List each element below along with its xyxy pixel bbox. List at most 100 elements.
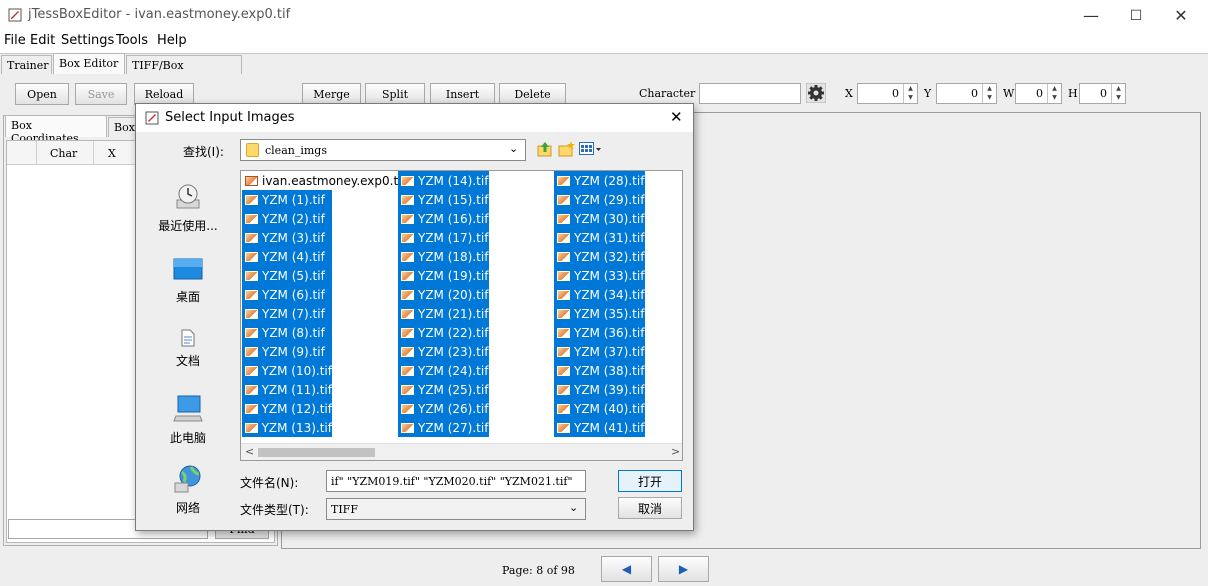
spinner-arrows-icon[interactable]: ▲ ▼	[982, 84, 996, 103]
reload-button[interactable]: Reload	[134, 83, 194, 105]
tif-file-icon	[401, 194, 414, 205]
cancel-button[interactable]: 取消	[618, 497, 682, 519]
insert-button[interactable]: Insert	[430, 83, 495, 105]
column-x[interactable]: X	[108, 147, 116, 160]
tab-tiff-box-generator[interactable]: TIFF/Box Generator	[126, 55, 242, 85]
delete-button[interactable]: Delete	[499, 83, 566, 105]
spinner-arrows-icon[interactable]: ▲ ▼	[1111, 84, 1125, 103]
gear-icon[interactable]	[806, 83, 826, 103]
list-item[interactable]: YZM (4).tif	[242, 247, 332, 266]
list-item[interactable]: YZM (27).tif	[398, 418, 489, 437]
place-desktop[interactable]: 桌面	[148, 257, 228, 305]
list-item[interactable]: YZM (10).tif	[242, 361, 332, 380]
character-input[interactable]	[699, 83, 801, 104]
view-menu-icon[interactable]	[579, 142, 603, 156]
list-item[interactable]: YZM (28).tif	[554, 171, 645, 190]
tab-box-coordinates[interactable]: Box Coordinates	[5, 115, 107, 145]
filetype-select[interactable]: TIFF ⌄	[326, 498, 586, 520]
new-folder-icon[interactable]	[558, 141, 575, 157]
scrollbar-thumb[interactable]	[258, 448, 375, 457]
list-item[interactable]: YZM (31).tif	[554, 228, 645, 247]
list-item[interactable]: YZM (40).tif	[554, 399, 645, 418]
list-item[interactable]: YZM (16).tif	[398, 209, 489, 228]
column-char[interactable]: Char	[50, 147, 77, 160]
list-item[interactable]: YZM (24).tif	[398, 361, 489, 380]
place-computer[interactable]: 此电脑	[148, 394, 228, 446]
place-desktop-label: 桌面	[175, 290, 200, 304]
list-item[interactable]: YZM (30).tif	[554, 209, 645, 228]
place-recent[interactable]: 最近使用...	[148, 182, 228, 234]
close-button[interactable]: ✕	[1158, 0, 1204, 31]
spinner-arrows-icon[interactable]: ▲ ▼	[903, 84, 917, 103]
list-item[interactable]: YZM (39).tif	[554, 380, 645, 399]
x-spinner[interactable]: 0 ▲ ▼	[857, 83, 918, 104]
dialog-close-button[interactable]: ✕	[670, 108, 683, 126]
list-item[interactable]: YZM (29).tif	[554, 190, 645, 209]
tab-box[interactable]: Box	[108, 117, 138, 137]
tab-box-editor[interactable]: Box Editor	[53, 53, 125, 75]
list-item[interactable]: YZM (25).tif	[398, 380, 489, 399]
menu-help[interactable]: Help	[157, 33, 187, 48]
list-item[interactable]: YZM (14).tif	[398, 171, 489, 190]
menu-edit[interactable]: Edit	[30, 33, 55, 48]
list-item[interactable]: ivan.eastmoney.exp0.tif	[242, 171, 406, 190]
open-button[interactable]: Open	[15, 83, 69, 105]
list-item[interactable]: YZM (17).tif	[398, 228, 489, 247]
list-item[interactable]: YZM (11).tif	[242, 380, 332, 399]
list-item[interactable]: YZM (38).tif	[554, 361, 645, 380]
maximize-button[interactable]: ☐	[1113, 0, 1159, 31]
list-item[interactable]: YZM (18).tif	[398, 247, 489, 266]
list-item[interactable]: YZM (34).tif	[554, 285, 645, 304]
list-item[interactable]: YZM (7).tif	[242, 304, 332, 323]
dialog-title-bar: Select Input Images ✕	[136, 104, 693, 132]
place-network[interactable]: 网络	[148, 464, 228, 516]
list-item[interactable]: YZM (6).tif	[242, 285, 332, 304]
list-item[interactable]: YZM (35).tif	[554, 304, 645, 323]
filename-input[interactable]: if" "YZM019.tif" "YZM020.tif" "YZM021.ti…	[326, 470, 586, 492]
menu-settings[interactable]: Settings	[61, 33, 114, 48]
y-spinner[interactable]: 0 ▲ ▼	[936, 83, 997, 104]
list-item[interactable]: YZM (3).tif	[242, 228, 332, 247]
file-list[interactable]: ivan.eastmoney.exp0.tif YZM (1).tif YZM …	[240, 170, 683, 461]
list-item[interactable]: YZM (8).tif	[242, 323, 332, 342]
tab-trainer[interactable]: Trainer	[1, 55, 52, 75]
list-item[interactable]: YZM (5).tif	[242, 266, 332, 285]
save-button[interactable]: Save	[75, 83, 127, 105]
list-item[interactable]: YZM (22).tif	[398, 323, 489, 342]
scroll-left-icon[interactable]: <	[245, 445, 254, 458]
list-item[interactable]: YZM (13).tif	[242, 418, 332, 437]
list-item[interactable]: YZM (26).tif	[398, 399, 489, 418]
h-spinner[interactable]: 0 ▲ ▼	[1079, 83, 1126, 104]
merge-button[interactable]: Merge	[302, 83, 361, 105]
list-item[interactable]: YZM (2).tif	[242, 209, 332, 228]
list-item[interactable]: YZM (20).tif	[398, 285, 489, 304]
up-folder-icon[interactable]	[537, 141, 553, 157]
list-item[interactable]: YZM (1).tif	[242, 190, 332, 209]
look-in-select[interactable]: clean_imgs ⌄	[240, 139, 526, 161]
list-item[interactable]: YZM (23).tif	[398, 342, 489, 361]
menu-tools[interactable]: Tools	[116, 33, 148, 48]
list-item[interactable]: YZM (36).tif	[554, 323, 645, 342]
list-item[interactable]: YZM (15).tif	[398, 190, 489, 209]
horizontal-scrollbar[interactable]: < >	[241, 443, 682, 460]
w-spinner[interactable]: 0 ▲ ▼	[1015, 83, 1062, 104]
open-file-button[interactable]: 打开	[618, 470, 682, 492]
scroll-right-icon[interactable]: >	[671, 445, 680, 458]
list-item[interactable]: YZM (12).tif	[242, 399, 332, 418]
list-item[interactable]: YZM (37).tif	[554, 342, 645, 361]
menu-file[interactable]: File	[4, 33, 26, 48]
previous-page-button[interactable]: ◀	[601, 556, 652, 582]
tif-file-icon	[557, 289, 570, 300]
list-item[interactable]: YZM (33).tif	[554, 266, 645, 285]
minimize-button[interactable]: —	[1068, 0, 1114, 31]
spinner-arrows-icon[interactable]: ▲ ▼	[1047, 84, 1061, 103]
list-item[interactable]: YZM (21).tif	[398, 304, 489, 323]
list-item[interactable]: YZM (9).tif	[242, 342, 332, 361]
list-item[interactable]: YZM (19).tif	[398, 266, 489, 285]
split-button[interactable]: Split	[365, 83, 425, 105]
place-documents[interactable]: 文档	[148, 329, 228, 369]
list-item[interactable]: YZM (41).tif	[554, 418, 645, 437]
tif-file-icon	[401, 270, 414, 281]
list-item[interactable]: YZM (32).tif	[554, 247, 645, 266]
next-page-button[interactable]: ▶	[658, 556, 709, 582]
